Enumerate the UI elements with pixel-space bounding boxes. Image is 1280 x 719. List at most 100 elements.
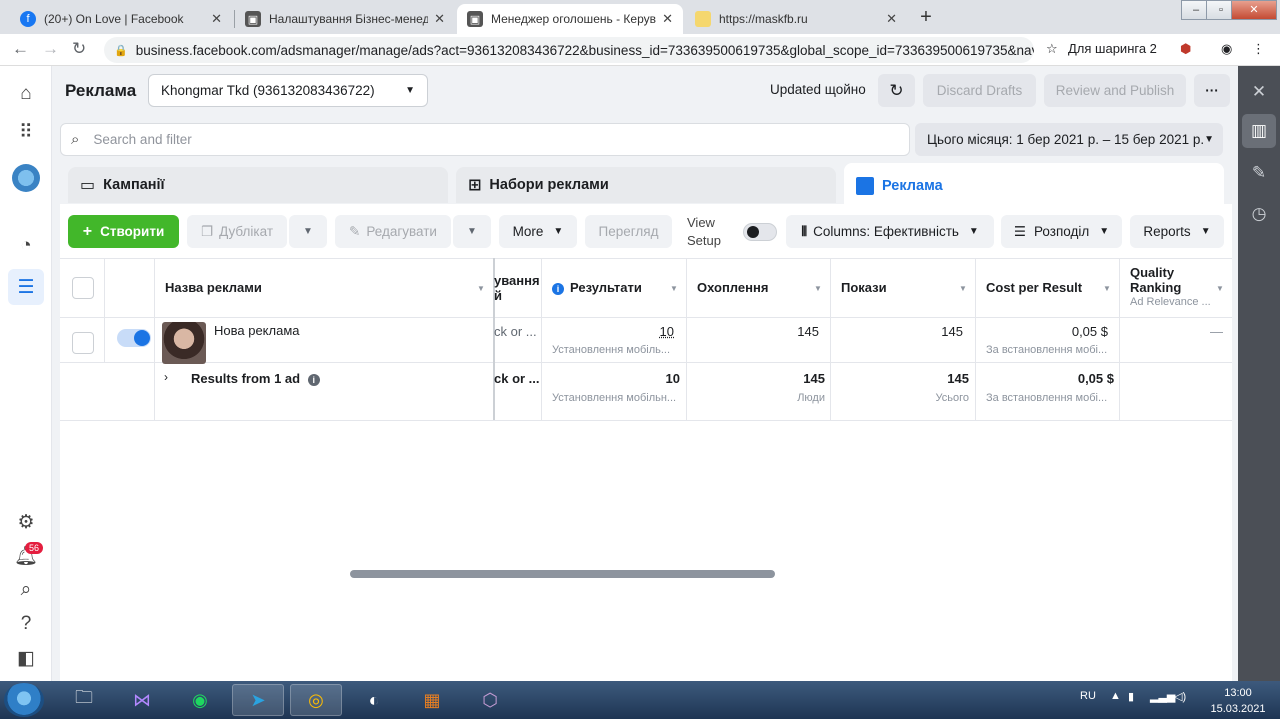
new-tab-button[interactable]: +: [914, 5, 938, 29]
duplicate-button[interactable]: ❐ Дублікат: [187, 215, 287, 248]
file-explorer-icon[interactable]: 🗀: [58, 684, 110, 716]
close-icon[interactable]: ✕: [662, 11, 673, 27]
columns-button[interactable]: ⦀ Columns: Ефективність ▼: [786, 215, 994, 248]
info-icon[interactable]: i: [307, 374, 320, 386]
apps-grid-icon[interactable]: ⠿: [12, 118, 40, 146]
pencil-icon[interactable]: ✎: [1247, 161, 1271, 185]
duplicate-dropdown[interactable]: ▼: [289, 215, 327, 248]
chrome-icon[interactable]: ◎: [290, 684, 342, 716]
edit-button[interactable]: ✎ Редагувати: [335, 215, 451, 248]
browser-tab-ads-manager[interactable]: ▣ Менеджер оголошень - Керува ✕: [457, 4, 683, 34]
tray-arrow-icon[interactable]: ▲: [1110, 690, 1121, 702]
close-icon[interactable]: ✕: [434, 11, 445, 27]
left-nav-rail: ⌂ ⠿ ◔ ☰ ⚙ 🔔︎ 56 ⌕ ? ◧: [0, 66, 52, 681]
edit-dropdown[interactable]: ▼: [453, 215, 491, 248]
reload-icon[interactable]: ↻: [72, 39, 86, 59]
row-checkbox[interactable]: [72, 332, 94, 354]
info-icon[interactable]: i: [552, 283, 564, 295]
ad-name-link[interactable]: Нова реклама: [214, 323, 300, 338]
header-impressions[interactable]: Покази: [841, 280, 887, 295]
date-range-picker[interactable]: Цього місяця: 1 бер 2021 р. – 15 бер 202…: [915, 123, 1223, 156]
winrar-icon[interactable]: ▦: [406, 684, 458, 716]
close-icon[interactable]: ✕: [886, 11, 897, 27]
summary-reach: 145: [803, 371, 825, 386]
sort-icon[interactable]: ▼: [670, 284, 678, 293]
back-arrow-icon[interactable]: ←: [12, 39, 29, 59]
network-icon[interactable]: ▂▃▅: [1150, 690, 1175, 703]
telegram-icon[interactable]: ➤: [232, 684, 284, 716]
gear-icon[interactable]: ⚙: [12, 508, 40, 536]
app-icon[interactable]: ⬡: [464, 684, 516, 716]
header-ad-name[interactable]: Назва реклами: [165, 280, 262, 295]
tab-ads[interactable]: Реклама: [844, 163, 1224, 209]
horizontal-scrollbar[interactable]: [350, 570, 775, 578]
account-icon[interactable]: ◉: [1221, 41, 1232, 57]
divider: [1119, 258, 1120, 420]
header-quality-ranking[interactable]: Quality Ranking Ad Relevance ...: [1130, 265, 1211, 310]
page-icon: ▣: [467, 11, 483, 27]
view-setup-toggle[interactable]: [743, 223, 777, 241]
clock-icon[interactable]: ◷: [1247, 202, 1271, 226]
forward-arrow-icon[interactable]: →: [42, 39, 59, 59]
close-window-button[interactable]: ✕: [1231, 0, 1277, 20]
header-results[interactable]: i Результати: [552, 280, 642, 295]
more-button[interactable]: More ▼: [499, 215, 577, 248]
browser-tab-facebook[interactable]: f (20+) On Love | Facebook ✕: [10, 4, 232, 34]
messenger-icon[interactable]: ◐: [348, 684, 400, 716]
system-clock[interactable]: 13:00 15.03.2021: [1198, 685, 1278, 717]
url-field[interactable]: 🔒 business.facebook.com/adsmanager/manag…: [104, 37, 1034, 63]
volume-icon[interactable]: ◁): [1174, 690, 1186, 703]
star-icon[interactable]: ☆: [1046, 41, 1058, 57]
account-selector[interactable]: Khongmar Tkd (936132083436722) ▼: [148, 74, 428, 107]
sort-icon[interactable]: ▼: [814, 284, 822, 293]
profile-label[interactable]: Для шаринга 2: [1068, 41, 1157, 56]
header-cost-per-result[interactable]: Cost per Result: [986, 280, 1082, 295]
sort-icon[interactable]: ▼: [959, 284, 967, 293]
language-indicator[interactable]: RU: [1080, 690, 1096, 702]
close-icon[interactable]: ✕: [211, 11, 222, 27]
caret-down-icon: ▼: [405, 85, 415, 96]
sort-icon[interactable]: ▼: [1103, 284, 1111, 293]
tab-label: Реклама: [882, 178, 943, 194]
header-reach[interactable]: Охоплення: [697, 280, 768, 295]
header-partial-column[interactable]: ування й: [494, 273, 540, 303]
folder-icon: ▭: [80, 177, 96, 194]
close-icon[interactable]: ✕: [1247, 80, 1271, 104]
sidebar-toggle-icon[interactable]: ◧: [12, 644, 40, 672]
edit-label: Редагувати: [366, 224, 437, 239]
discard-drafts-button[interactable]: Discard Drafts: [923, 74, 1036, 107]
tab-campaigns[interactable]: ▭ Кампанії: [68, 167, 448, 203]
visual-studio-icon[interactable]: ⋈: [116, 684, 168, 716]
extension-icon[interactable]: ⬢: [1180, 41, 1191, 57]
dashboard-gauge-icon[interactable]: ◔: [12, 232, 40, 260]
create-button[interactable]: + Створити: [68, 215, 179, 248]
search-icon[interactable]: ⌕: [12, 576, 40, 604]
chart-icon[interactable]: ▥: [1242, 114, 1276, 148]
preview-button[interactable]: Перегляд: [585, 215, 672, 248]
battery-icon[interactable]: ▮: [1128, 690, 1134, 703]
select-all-checkbox[interactable]: [72, 277, 94, 299]
cell-results[interactable]: 10: [552, 324, 674, 339]
search-filter-bar[interactable]: ⌕ Search and filter: [60, 123, 910, 156]
ad-thumbnail[interactable]: [162, 322, 206, 364]
menu-dots-icon[interactable]: ⋮: [1252, 41, 1265, 57]
tab-ad-sets[interactable]: ⊞ Набори реклами: [456, 167, 836, 203]
refresh-button[interactable]: ↻: [878, 74, 915, 107]
browser-tab-maskfb[interactable]: https://maskfb.ru ✕: [685, 4, 907, 34]
avatar[interactable]: [12, 164, 40, 192]
review-publish-button[interactable]: Review and Publish: [1044, 74, 1186, 107]
sort-icon[interactable]: ▼: [1216, 284, 1224, 293]
start-button[interactable]: [4, 683, 44, 717]
home-icon[interactable]: ⌂: [12, 80, 40, 108]
more-options-button[interactable]: ···: [1194, 74, 1230, 107]
breakdown-button[interactable]: ☰ Розподіл ▼: [1001, 215, 1122, 248]
spotify-icon[interactable]: ◉: [174, 684, 226, 716]
ad-status-toggle[interactable]: [117, 329, 151, 347]
toggle-knob: [747, 226, 759, 238]
sort-icon[interactable]: ▼: [477, 284, 485, 293]
chevron-right-icon[interactable]: ›: [164, 370, 168, 384]
browser-tab-business-settings[interactable]: ▣ Налаштування Бізнес-менеджера ✕: [235, 4, 455, 34]
reports-button[interactable]: Reports ▼: [1130, 215, 1224, 248]
ads-manager-table-icon[interactable]: ☰: [8, 269, 44, 305]
help-icon[interactable]: ?: [12, 610, 40, 638]
